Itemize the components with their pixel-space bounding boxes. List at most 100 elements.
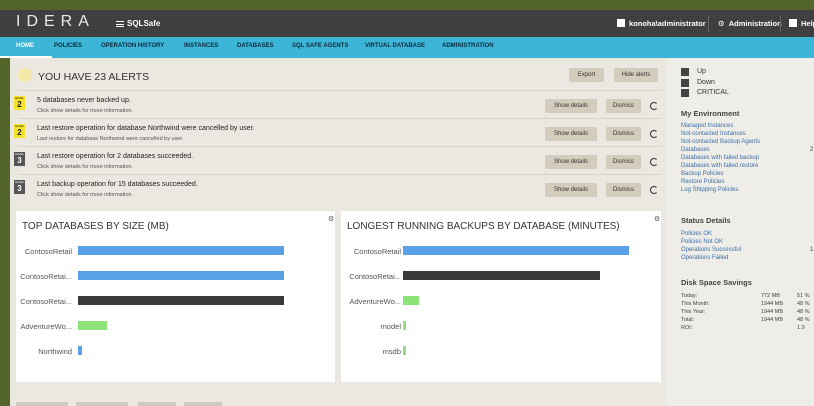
log-shipping-policies-link[interactable]: Log Shipping Policies xyxy=(681,187,738,193)
disk-space-savings-heading: Disk Space Savings xyxy=(681,278,752,287)
disk-pct: 48 % xyxy=(797,301,810,307)
show-details-button[interactable]: Show details xyxy=(545,99,597,113)
idera-logo[interactable]: IDERA xyxy=(16,13,95,31)
nav-policies[interactable]: POLICIES xyxy=(54,43,82,49)
chart-bar[interactable] xyxy=(403,346,406,355)
refresh-icon[interactable] xyxy=(650,158,658,166)
nav-virtual-database[interactable]: VIRTUAL DATABASE xyxy=(365,43,425,49)
hide-alerts-button[interactable]: Hide alerts xyxy=(614,68,658,82)
disk-label: This Year: xyxy=(681,309,706,315)
restore-policies-link[interactable]: Restore Policies xyxy=(681,179,724,185)
not-contacted-instances-link[interactable]: Not-contacted Instances xyxy=(681,131,746,137)
longest-backups-chart: LONGEST RUNNING BACKUPS BY DATABASE (MIN… xyxy=(341,211,661,382)
chart-settings-icon[interactable]: ⚙ xyxy=(328,215,334,223)
show-details-button[interactable]: Show details xyxy=(545,127,597,141)
policies-not-ok-link[interactable]: Policies Not OK xyxy=(681,239,723,245)
up-icon xyxy=(681,68,689,76)
header-divider xyxy=(708,15,709,32)
level-number: 3 xyxy=(17,184,22,193)
nav-databases[interactable]: DATABASES xyxy=(237,43,273,49)
operations-failed-link[interactable]: Operations Failed xyxy=(681,255,728,261)
chart-bar[interactable] xyxy=(78,246,284,255)
not-contacted-agents-link[interactable]: Not-contacted Backup Agents xyxy=(681,139,760,145)
chart-category-label: AdventureWo... xyxy=(20,322,72,331)
nav-administration[interactable]: ADMINISTRATION xyxy=(442,43,494,49)
nav-home[interactable]: HOME xyxy=(16,43,34,49)
chart-bar[interactable] xyxy=(403,321,406,330)
dismiss-button[interactable]: Dismiss xyxy=(606,183,641,197)
failed-backup-link[interactable]: Databases with failed backup xyxy=(681,155,759,161)
level-tag: LEVEL xyxy=(14,124,25,128)
user-menu[interactable]: konoha\administrator xyxy=(617,19,706,28)
chart-bar[interactable] xyxy=(78,271,284,280)
level-number: 3 xyxy=(17,156,22,165)
disk-pct: 1.9 xyxy=(797,325,805,331)
chart-category-label: msdb xyxy=(382,347,401,356)
dismiss-button[interactable]: Dismiss xyxy=(606,127,641,141)
main-nav: HOME POLICIES OPERATION HISTORY INSTANCE… xyxy=(0,37,814,58)
refresh-icon[interactable] xyxy=(650,102,658,110)
status-sidebar: Up Down CRITICAL My Environment Managed … xyxy=(666,58,814,406)
refresh-icon[interactable] xyxy=(650,186,658,194)
chart-category-label: ContosoRetail xyxy=(24,247,72,256)
bottom-tab[interactable] xyxy=(16,402,68,406)
managed-instances-link[interactable]: Managed Instances xyxy=(681,123,733,129)
alert-subtext: Click show details for more information. xyxy=(37,108,133,114)
main-content: YOU HAVE 23 ALERTS Export Hide alerts LE… xyxy=(10,58,666,406)
nav-instances[interactable]: INSTANCES xyxy=(184,43,218,49)
policies-ok-link[interactable]: Policies OK xyxy=(681,231,712,237)
level-number: 2 xyxy=(17,128,22,137)
databases-link[interactable]: Databases xyxy=(681,147,710,153)
chart-bar[interactable] xyxy=(403,271,600,280)
chart-title: LONGEST RUNNING BACKUPS BY DATABASE (MIN… xyxy=(347,221,620,232)
chart-bar[interactable] xyxy=(403,246,629,255)
failed-restore-link[interactable]: Databases with failed restore xyxy=(681,163,758,169)
alert-bell-icon xyxy=(18,68,32,82)
show-details-button[interactable]: Show details xyxy=(545,155,597,169)
administration-link[interactable]: ⚙ Administration xyxy=(718,19,782,28)
alert-subtext: Click show details for more information. xyxy=(37,164,133,170)
product-menu[interactable]: SQLSafe xyxy=(116,19,160,28)
bottom-tab[interactable] xyxy=(76,402,128,406)
nav-operation-history[interactable]: OPERATION HISTORY xyxy=(101,43,164,49)
chart-settings-icon[interactable]: ⚙ xyxy=(654,215,660,223)
disk-mb: 1944 MB xyxy=(761,301,784,307)
disk-mb: 772 MB xyxy=(761,293,780,299)
chart-bar[interactable] xyxy=(78,346,82,355)
alert-text: Last restore operation for database Nort… xyxy=(37,125,255,132)
help-label: Help xyxy=(801,19,814,28)
chart-category-label: AdventureWo... xyxy=(349,297,401,306)
chart-bar[interactable] xyxy=(403,296,419,305)
chart-bar[interactable] xyxy=(78,296,284,305)
chart-category-label: ContosoRetai... xyxy=(20,272,72,281)
level-tag: LEVEL xyxy=(14,180,25,184)
dismiss-button[interactable]: Dismiss xyxy=(606,155,641,169)
chart-category-label: ContosoRetail xyxy=(353,247,401,256)
dismiss-button[interactable]: Dismiss xyxy=(606,99,641,113)
user-icon xyxy=(617,19,625,27)
bottom-tab[interactable] xyxy=(138,402,176,406)
refresh-icon[interactable] xyxy=(650,130,658,138)
help-link[interactable]: Help xyxy=(789,19,814,28)
disk-pct: 48 % xyxy=(797,309,810,315)
level-tag: LEVEL xyxy=(14,152,25,156)
legend-critical: CRITICAL xyxy=(697,89,729,96)
menu-icon xyxy=(116,21,124,27)
backup-policies-link[interactable]: Backup Policies xyxy=(681,171,723,177)
chart-bar[interactable] xyxy=(78,321,107,330)
bottom-tab[interactable] xyxy=(184,402,222,406)
operations-successful-link[interactable]: Operations Successful xyxy=(681,247,741,253)
chart-title: TOP DATABASES BY SIZE (MB) xyxy=(22,221,169,232)
show-details-button[interactable]: Show details xyxy=(545,183,597,197)
nav-sql-safe-agents[interactable]: SQL SAFE AGENTS xyxy=(292,43,348,49)
disk-pct: 48 % xyxy=(797,317,810,323)
operations-successful-count: 1 xyxy=(810,247,814,253)
level-badge: LEVEL 2 xyxy=(14,96,25,110)
administration-label: Administration xyxy=(728,19,782,28)
level-tag: LEVEL xyxy=(14,96,25,100)
legend-up: Up xyxy=(697,68,706,75)
header-divider xyxy=(780,15,781,32)
critical-icon xyxy=(681,89,689,97)
export-button[interactable]: Export xyxy=(569,68,604,82)
level-badge: LEVEL 3 xyxy=(14,152,25,166)
